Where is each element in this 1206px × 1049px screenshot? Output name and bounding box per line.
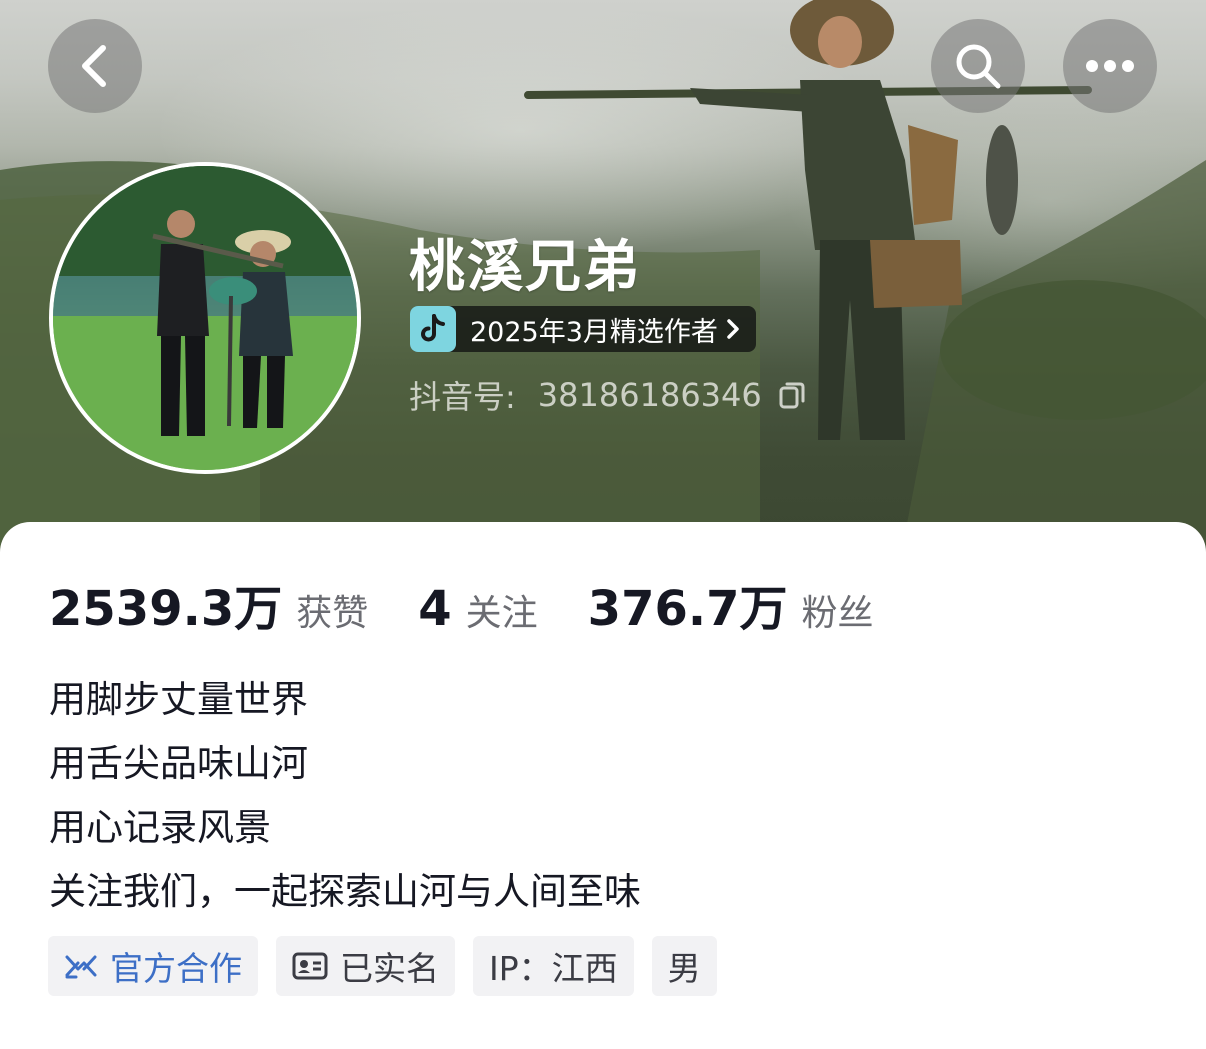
copy-icon[interactable] <box>778 380 806 410</box>
chevron-left-icon <box>82 45 106 87</box>
stat-following[interactable]: 4 关注 <box>418 581 537 637</box>
search-icon <box>956 44 1001 89</box>
stat-likes-value: 2539.3万 <box>49 581 283 637</box>
bio-line: 关注我们，一起探索山河与人间至味 <box>49 870 641 913</box>
cover-banner[interactable]: 桃溪兄弟 2025年3月精选作者 抖音号: 38186186346 <box>0 0 1206 560</box>
back-button[interactable] <box>48 19 142 113</box>
tag-verified[interactable]: 已实名 <box>276 936 455 996</box>
profile-name: 桃溪兄弟 <box>409 235 641 300</box>
tag-ip-location[interactable]: IP：江西 <box>473 936 634 996</box>
tag-official-cooperation[interactable]: 官方合作 <box>48 936 258 996</box>
tag-gender-label: 男 <box>667 949 701 988</box>
stat-likes[interactable]: 2539.3万 获赞 <box>49 569 368 639</box>
tag-ip-location-label: IP：江西 <box>489 949 618 988</box>
stat-following-label: 关注 <box>465 593 538 634</box>
douyin-logo-icon <box>410 306 456 352</box>
search-button[interactable] <box>931 19 1025 113</box>
cooperation-icon <box>64 951 98 981</box>
creator-badge-label: 2025年3月精选作者 <box>470 316 718 348</box>
profile-page: 桃溪兄弟 2025年3月精选作者 抖音号: 38186186346 2539.3… <box>0 0 1206 1049</box>
stat-followers[interactable]: 376.7万 粉丝 <box>588 569 874 639</box>
id-card-icon <box>292 952 328 980</box>
stats-row: 2539.3万 获赞 4 关注 376.7万 粉丝 <box>49 569 924 637</box>
bio-line: 用脚步丈量世界 <box>49 678 308 721</box>
douyin-id-label: 抖音号: <box>409 378 516 416</box>
bio-line: 用心记录风景 <box>49 806 271 849</box>
douyin-id-row: 抖音号: 38186186346 <box>409 372 806 418</box>
avatar[interactable] <box>49 162 361 474</box>
stat-followers-label: 粉丝 <box>801 593 874 634</box>
tag-verified-label: 已实名 <box>340 949 439 988</box>
profile-tags: 官方合作 已实名 IP：江西 男 <box>48 936 735 996</box>
stat-followers-value: 376.7万 <box>587 581 788 637</box>
douyin-id-value: 38186186346 <box>537 376 762 414</box>
tag-official-cooperation-label: 官方合作 <box>110 949 242 988</box>
avatar-image <box>53 166 357 470</box>
more-button[interactable] <box>1063 19 1157 113</box>
creator-badge[interactable]: 2025年3月精选作者 <box>410 306 756 352</box>
bio: 用脚步丈量世界 用舌尖品味山河 用心记录风景 关注我们，一起探索山河与人间至味 <box>49 668 641 924</box>
tag-gender[interactable]: 男 <box>651 936 717 996</box>
bio-line: 用舌尖品味山河 <box>49 742 308 785</box>
more-horizontal-icon <box>1086 60 1134 72</box>
chevron-right-icon <box>726 318 740 340</box>
stat-following-value: 4 <box>418 581 452 637</box>
stat-likes-label: 获赞 <box>296 593 369 634</box>
